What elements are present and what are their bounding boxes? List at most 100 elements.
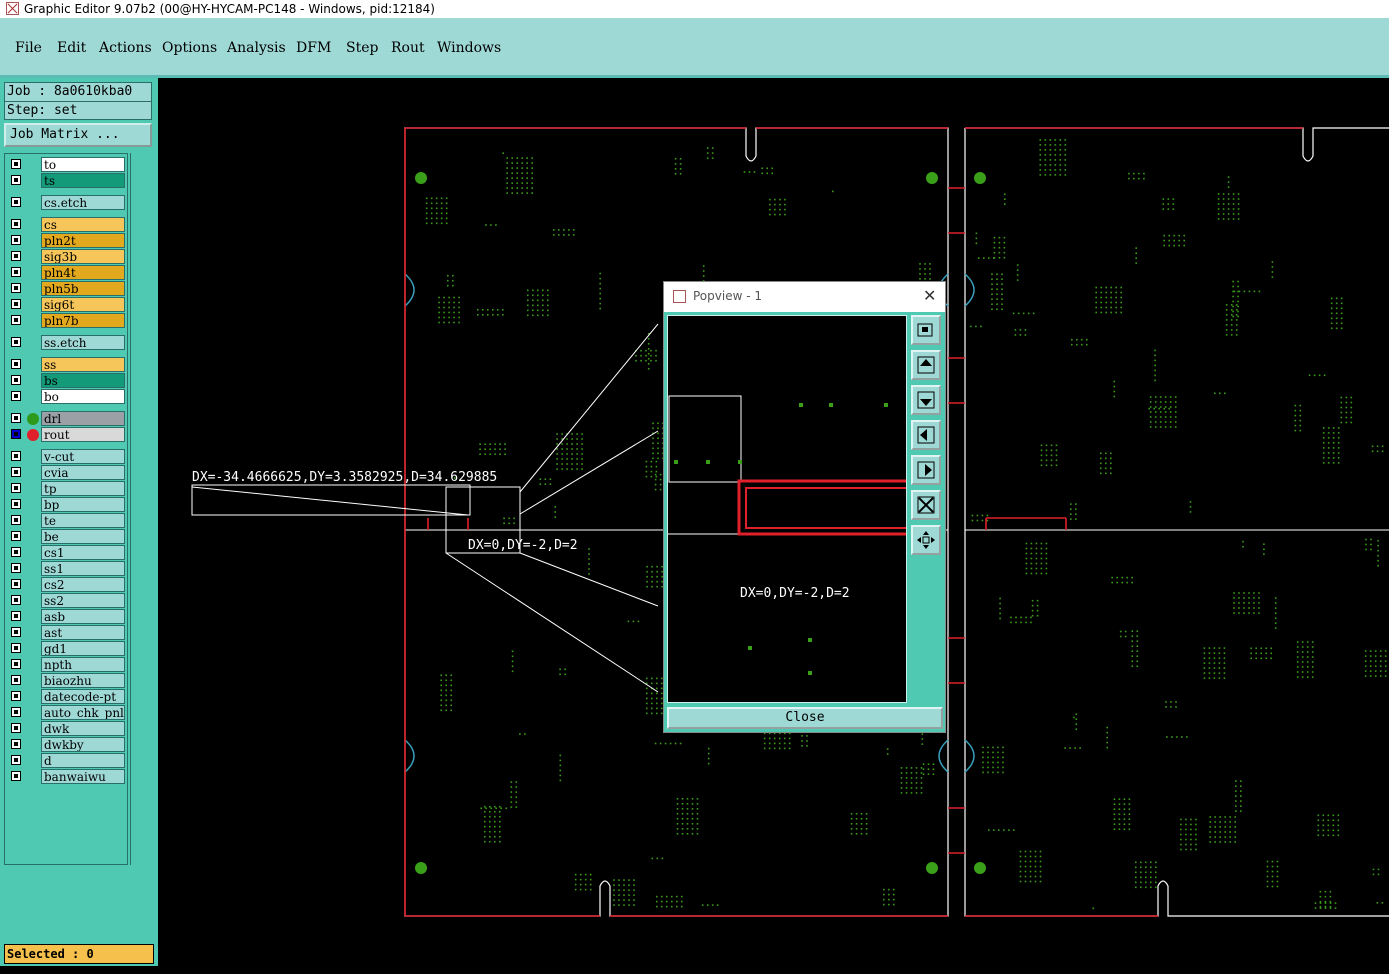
layer-name[interactable]: biaozhu [41,673,125,688]
layer-row-auto_chk_pnl[interactable]: auto_chk_pnl [7,705,127,721]
layer-row-biaozhu[interactable]: biaozhu [7,673,127,689]
layer-checkbox[interactable] [11,483,21,493]
menu-options[interactable]: Options [162,40,217,56]
menu-edit[interactable]: Edit [57,40,86,56]
layer-list-scrollbar[interactable] [130,153,152,865]
layer-checkbox[interactable] [11,659,21,669]
layer-row-ss2[interactable]: ss2 [7,593,127,609]
layer-row-cs2[interactable]: cs2 [7,577,127,593]
layer-checkbox[interactable] [11,531,21,541]
layer-row-te[interactable]: te [7,513,127,529]
layer-row-dwk[interactable]: dwk [7,721,127,737]
layer-checkbox[interactable] [11,283,21,293]
layer-name[interactable]: sig6t [41,297,125,312]
layer-name[interactable]: dwk [41,721,125,736]
layer-name[interactable]: asb [41,609,125,624]
layer-checkbox[interactable] [11,175,21,185]
layer-name[interactable]: ss1 [41,561,125,576]
layer-checkbox[interactable] [11,413,21,423]
layer-row-pln7b[interactable]: pln7b [7,313,127,329]
layer-name[interactable]: bp [41,497,125,512]
layer-row-pln5b[interactable]: pln5b [7,281,127,297]
pan-up-button[interactable] [911,350,941,380]
layer-row-ss[interactable]: ss [7,357,127,373]
drl-affected-icon[interactable] [27,413,39,425]
layer-row-gd1[interactable]: gd1 [7,641,127,657]
layer-row-dwkby[interactable]: dwkby [7,737,127,753]
layer-name[interactable]: te [41,513,125,528]
layer-checkbox[interactable] [11,691,21,701]
layer-row-be[interactable]: be [7,529,127,545]
layer-name[interactable]: ss [41,357,125,372]
layer-checkbox[interactable] [11,429,21,439]
layer-name[interactable]: rout [41,427,125,442]
layer-checkbox[interactable] [11,723,21,733]
layer-name[interactable]: ast [41,625,125,640]
layer-name[interactable]: pln5b [41,281,125,296]
layer-checkbox[interactable] [11,375,21,385]
layer-checkbox[interactable] [11,755,21,765]
layer-checkbox[interactable] [11,611,21,621]
layer-row-pln2t[interactable]: pln2t [7,233,127,249]
layer-name[interactable]: datecode-pt [41,689,125,704]
job-matrix-button[interactable]: Job Matrix ... [4,123,152,147]
layer-checkbox[interactable] [11,251,21,261]
menu-dfm[interactable]: DFM [296,40,331,56]
layer-row-to[interactable]: to [7,157,127,173]
zoom-home-button[interactable] [911,315,941,345]
pan-down-button[interactable] [911,385,941,415]
layer-checkbox[interactable] [11,579,21,589]
layer-checkbox[interactable] [11,467,21,477]
layer-row-ss1[interactable]: ss1 [7,561,127,577]
layer-checkbox[interactable] [11,451,21,461]
layer-row-sig3b[interactable]: sig3b [7,249,127,265]
layer-row-drl[interactable]: drl [7,411,127,427]
layer-row-ast[interactable]: ast [7,625,127,641]
layer-name[interactable]: pln7b [41,313,125,328]
menu-step[interactable]: Step [346,40,378,56]
layer-name[interactable]: v-cut [41,449,125,464]
menu-analysis[interactable]: Analysis [227,40,286,56]
popview-canvas[interactable]: DX=0,DY=-2,D=2 [667,315,907,703]
layer-checkbox[interactable] [11,627,21,637]
layer-name[interactable]: cs2 [41,577,125,592]
layer-name[interactable]: ts [41,173,125,188]
layer-row-sig6t[interactable]: sig6t [7,297,127,313]
popview-zoom-view[interactable] [668,316,906,702]
layer-name[interactable]: bs [41,373,125,388]
layer-name[interactable]: auto_chk_pnl [41,705,125,720]
layer-name[interactable]: cs.etch [41,195,125,210]
layer-checkbox[interactable] [11,359,21,369]
layer-name[interactable]: drl [41,411,125,426]
layer-name[interactable]: to [41,157,125,172]
layer-row-cs1[interactable]: cs1 [7,545,127,561]
layer-row-datecode-pt[interactable]: datecode-pt [7,689,127,705]
layer-checkbox[interactable] [11,337,21,347]
layer-checkbox[interactable] [11,219,21,229]
popview-titlebar[interactable]: Popview - 1 ✕ [664,282,945,312]
layer-name[interactable]: tp [41,481,125,496]
layer-name[interactable]: npth [41,657,125,672]
layer-name[interactable]: dwkby [41,737,125,752]
layer-row-bo[interactable]: bo [7,389,127,405]
layer-name[interactable]: be [41,529,125,544]
layer-row-cs.etch[interactable]: cs.etch [7,195,127,211]
layer-checkbox[interactable] [11,235,21,245]
layer-name[interactable]: cs [41,217,125,232]
zoom-fit-button[interactable] [911,490,941,520]
layer-checkbox[interactable] [11,675,21,685]
layer-row-tp[interactable]: tp [7,481,127,497]
menu-windows[interactable]: Windows [437,40,501,56]
layer-checkbox[interactable] [11,707,21,717]
layer-row-bs[interactable]: bs [7,373,127,389]
layer-checkbox[interactable] [11,267,21,277]
layer-row-npth[interactable]: npth [7,657,127,673]
layer-checkbox[interactable] [11,391,21,401]
layer-name[interactable]: cvia [41,465,125,480]
layer-name[interactable]: banwaiwu [41,769,125,784]
layer-checkbox[interactable] [11,739,21,749]
layer-name[interactable]: ss.etch [41,335,125,350]
layer-checkbox[interactable] [11,563,21,573]
layer-name[interactable]: pln4t [41,265,125,280]
layer-row-d[interactable]: d [7,753,127,769]
